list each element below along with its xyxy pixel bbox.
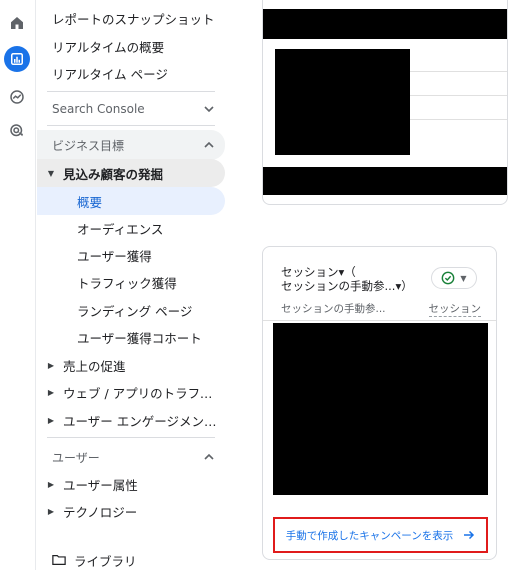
nav-label: レポートのスナップショット [52,11,215,27]
nav-realtime-overview[interactable]: リアルタイムの概要 [37,32,225,60]
caret-down-icon: ▼ [47,168,55,178]
row-line [410,95,507,96]
caret-right-icon: ▶ [47,360,55,370]
arrow-right-icon [464,530,475,540]
redacted-block [275,49,410,155]
table-header: セッションの手動参... セッション [281,301,481,317]
nav-label: ユーザー獲得 [77,248,152,264]
caret-down-icon: ▼ [460,273,467,283]
divider [47,91,215,92]
nav-label: 概要 [77,194,103,210]
caret-right-icon: ▶ [47,415,55,425]
chevron-down-icon [204,106,214,113]
status-check-dropdown[interactable]: ▼ [431,267,477,289]
nav-label: 売上の促進 [63,358,126,374]
view-manual-campaigns-link[interactable]: 手動で作成したキャンペーンを表示 [273,517,488,553]
section-search-console[interactable]: Search Console [37,94,225,124]
report-nav: レポートのスナップショット リアルタイムの概要 リアルタイム ページ Searc… [37,0,235,570]
divider [47,437,215,438]
title-line: セッションの手動参...▾） [281,279,413,293]
nav-audience[interactable]: オーディエンス [37,214,225,242]
nav-label: ウェブ / アプリのトラフィック... [63,385,223,401]
section-user[interactable]: ユーザー [37,442,225,472]
section-label: Search Console [52,102,145,116]
nav-lead-generation[interactable]: ▼ 見込み顧客の発掘 [37,159,225,187]
nav-report-snapshot[interactable]: レポートのスナップショット [37,4,225,32]
reports-icon[interactable] [4,46,30,72]
nav-user-engagement[interactable]: ▶ ユーザー エンゲージメントと... [37,406,225,434]
nav-overview[interactable]: 概要 [37,187,225,215]
chevron-up-icon [204,141,214,148]
explore-icon[interactable] [4,84,30,110]
caret-right-icon: ▶ [47,479,55,489]
column-header-dimension[interactable]: セッションの手動参... [281,301,386,317]
main-content: セッション▾（ セッションの手動参...▾） ▼ セッションの手動参... セッ… [235,0,508,570]
nav-label: ランディング ページ [77,303,193,319]
column-header-sessions[interactable]: セッション [428,301,481,317]
nav-label: テクノロジー [63,504,138,520]
nav-realtime-pages[interactable]: リアルタイム ページ [37,59,225,87]
section-label: ビジネス目標 [52,138,125,153]
nav-web-app-traffic[interactable]: ▶ ウェブ / アプリのトラフィック... [37,378,225,406]
nav-label: ユーザー属性 [63,477,138,493]
nav-library[interactable]: ライブラリ [37,546,225,570]
session-card-title[interactable]: セッション▾（ セッションの手動参...▾） [281,265,421,293]
redacted-block [263,9,507,39]
caret-right-icon: ▶ [47,387,55,397]
home-icon[interactable] [4,10,30,36]
advertising-icon[interactable] [4,118,30,144]
nav-label: 見込み顧客の発掘 [63,166,164,182]
nav-label: リアルタイム ページ [52,66,168,82]
nav-user-acquisition[interactable]: ユーザー獲得 [37,241,225,269]
divider [263,320,496,321]
check-circle-icon [442,271,455,285]
icon-rail [0,0,36,570]
nav-demographics[interactable]: ▶ ユーザー属性 [37,470,225,498]
chevron-up-icon [204,453,214,460]
redacted-block [263,167,507,195]
nav-label: リアルタイムの概要 [52,39,165,55]
nav-label: ユーザー獲得コホート [77,330,202,346]
redacted-block [273,323,488,495]
title-line: セッション▾（ [281,265,356,279]
redacted-card [262,0,508,205]
folder-icon [52,555,66,565]
nav-label: ユーザー エンゲージメントと... [63,413,223,429]
nav-drive-sales[interactable]: ▶ 売上の促進 [37,351,225,379]
link-label: 手動で作成したキャンペーンを表示 [285,529,454,542]
nav-landing-page[interactable]: ランディング ページ [37,296,225,324]
nav-label: オーディエンス [77,221,164,237]
row-line [410,119,507,120]
analytics-app: レポートのスナップショット リアルタイムの概要 リアルタイム ページ Searc… [0,0,508,570]
row-line [410,71,507,72]
nav-traffic-acquisition[interactable]: トラフィック獲得 [37,268,225,296]
divider [47,125,215,126]
section-business-goals[interactable]: ビジネス目標 [37,130,225,160]
section-label: ユーザー [52,450,100,465]
nav-label: ライブラリ [74,553,137,569]
session-card: セッション▾（ セッションの手動参...▾） ▼ セッションの手動参... セッ… [262,246,497,560]
nav-acquisition-cohort[interactable]: ユーザー獲得コホート [37,323,225,351]
caret-right-icon: ▶ [47,506,55,516]
nav-technology[interactable]: ▶ テクノロジー [37,497,225,525]
nav-label: トラフィック獲得 [77,275,177,291]
